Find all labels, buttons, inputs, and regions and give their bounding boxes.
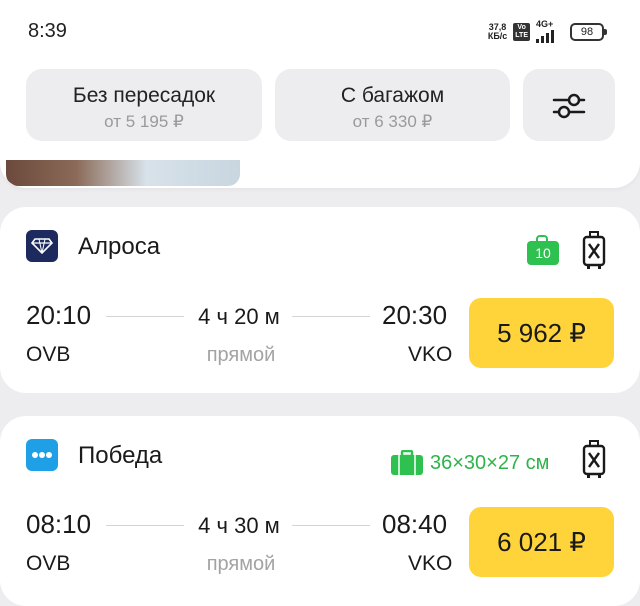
suitcase-icon [391,450,423,475]
flight-duration: 4 ч 20 м [198,304,280,329]
airline-name: Алроса [78,233,161,260]
route-line [292,316,370,317]
signal-icon: 4G+ [536,20,554,43]
arrival-airport: VKO [408,343,453,366]
baggage-dimensions: 36×30×27 см [390,450,549,476]
stops-label: прямой [206,344,276,366]
flight-card[interactable]: Алроса 10 20:10 4 ч 20 м 20:30 OVB прямо… [0,207,640,393]
baggage-dimensions-text: 36×30×27 см [430,451,550,474]
no-luggage-icon [582,440,606,478]
diamond-icon [26,230,58,262]
departure-time: 08:10 [26,509,92,539]
status-icons: 37,8 КБ/с Vo LTE 4G+ 98 [487,20,607,43]
price-button[interactable]: 5 962 ₽ [469,298,614,368]
clock: 8:39 [28,20,67,42]
dots-icon [26,439,58,471]
network-speed-unit: КБ/с [487,30,508,41]
flight-card[interactable]: Победа 36×30×27 см 08:10 4 ч 30 м 08:40 … [0,416,640,606]
stops-label: прямой [206,553,276,575]
route-line [106,316,184,317]
network-speed: 37,8 КБ/с [487,22,508,41]
banner-image [6,160,240,186]
price-button[interactable]: 6 021 ₽ [469,507,614,577]
filter-bar: Без пересадок от 5 195 ₽ С багажом от 6 … [0,64,640,160]
no-luggage-icon [582,231,606,269]
arrival-airport: VKO [408,552,453,575]
baggage-badge: 10 [527,235,559,265]
filter-baggage-chip[interactable]: С багажом от 6 330 ₽ [275,69,510,141]
signal-bars [536,29,554,43]
battery-level: 98 [580,25,594,38]
status-bar: 8:39 37,8 КБ/с Vo LTE 4G+ 98 [0,0,640,64]
volte-bottom: LTE [515,31,528,39]
arrival-time: 20:30 [382,300,448,330]
sliders-icon [552,93,586,119]
departure-airport: OVB [26,552,71,575]
departure-time: 20:10 [26,300,92,330]
filter-nonstop-price: от 5 195 ₽ [104,112,184,131]
battery-icon: 98 [570,22,607,41]
volte-icon: Vo LTE [513,22,530,41]
filter-nonstop-chip[interactable]: Без пересадок от 5 195 ₽ [26,69,262,141]
departure-airport: OVB [26,343,71,366]
airline-name: Победа [78,442,163,469]
filter-settings-button[interactable] [523,69,615,141]
filter-baggage-price: от 6 330 ₽ [352,112,433,131]
network-type: 4G+ [536,19,554,29]
promo-banner[interactable] [0,160,640,188]
filter-baggage-title: С багажом [340,84,445,107]
volte-top: Vo [517,23,526,31]
route-line [106,525,184,526]
arrival-time: 08:40 [382,509,448,539]
flight-duration: 4 ч 30 м [198,513,280,538]
route-line [292,525,370,526]
filter-nonstop-title: Без пересадок [72,84,216,107]
